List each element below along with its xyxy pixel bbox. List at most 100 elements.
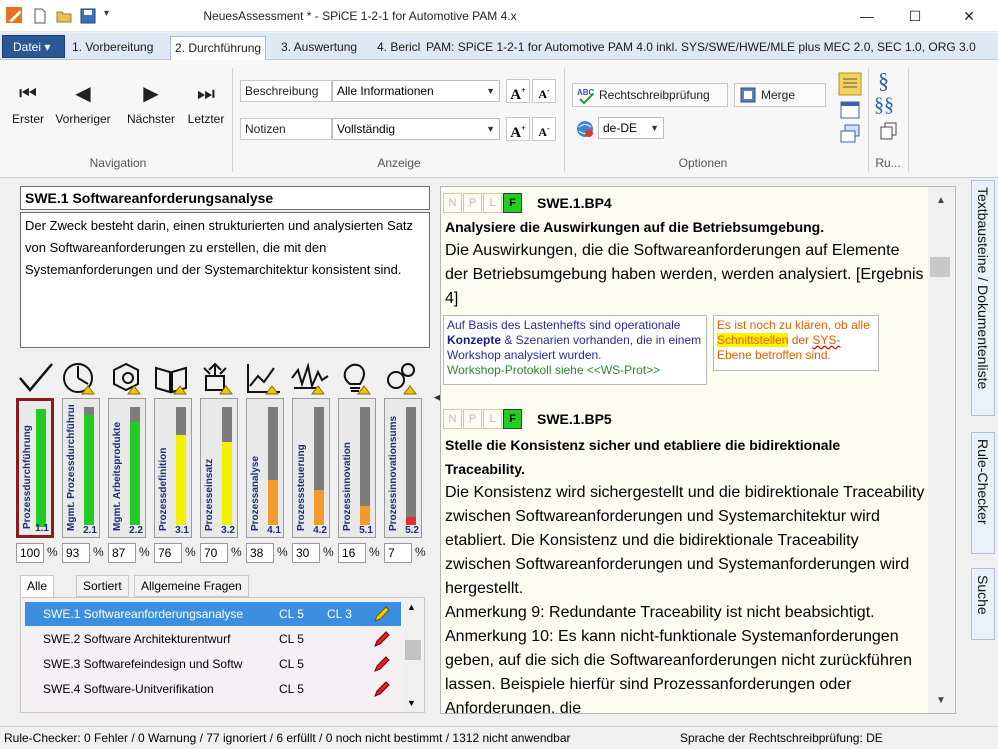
tab-alle[interactable]: Alle [20,575,55,598]
process-name: SWE.3 Softwarefeindesign und Softw [43,657,243,671]
attribute-label: Prozesssteuerung [296,444,307,531]
tab-durchfuehrung[interactable]: 2. Durchführung [170,36,267,60]
rating-f[interactable]: F [503,409,522,429]
last-button[interactable]: ⏭ Letzter [182,82,230,126]
font-increase-button[interactable]: A+ [506,79,530,103]
windows-stack-icon[interactable] [840,124,860,144]
last-label: Letzter [187,112,225,126]
attribute-track [84,407,94,525]
process-cl: CL 5 [279,682,304,696]
rating-l[interactable]: L [483,409,502,429]
paragraph-icon[interactable]: § [878,68,889,94]
previous-button[interactable]: ◀ Vorheriger [54,82,112,126]
rating-selector[interactable]: NPLF [443,409,529,429]
cube-magnifier-icon [113,362,141,395]
maximize-button[interactable]: ☐ [892,0,938,32]
last-icon: ⏭ [197,83,215,105]
beschreibung-select[interactable]: Alle Informationen ▼ [332,80,500,102]
attribute-bar-4-1[interactable]: Prozessanalyse 4.1 [246,398,284,538]
rating-p[interactable]: P [463,409,482,429]
attribute-id: 1.1 [35,523,49,534]
close-button[interactable]: ✕ [946,0,992,32]
list-item[interactable]: SWE.3 Softwarefeindesign und Softw CL 5 [25,652,401,676]
scroll-down-icon[interactable]: ▼ [936,695,946,706]
attribute-percent-input[interactable]: 7 [384,543,412,563]
merge-button[interactable]: Merge [734,83,826,107]
scroll-up-icon[interactable]: ▲ [407,602,416,612]
percent-sign: % [231,545,242,559]
attribute-percent-input[interactable]: 76 [154,543,182,563]
gears-icon [387,363,417,395]
note-text: Auf Basis des Lastenhefts sind operation… [447,318,681,332]
attribute-bar-2-1[interactable]: Mgmt. Prozessdurchführung 2.1 [62,398,100,538]
attribute-percent-input[interactable]: 100 [16,543,44,563]
note-evidence[interactable]: Auf Basis des Lastenhefts sind operation… [443,315,707,385]
scroll-up-icon[interactable]: ▲ [936,195,946,206]
note-text: Ebene betroffen sind. [717,348,831,362]
attribute-bar-5-2[interactable]: Prozessinnovationsums 5.2 [384,398,422,538]
rating-l[interactable]: L [483,193,502,213]
attribute-percent-input[interactable]: 30 [292,543,320,563]
tab-allgemeine-fragen[interactable]: Allgemeine Fragen [134,575,249,597]
list-item[interactable]: SWE.4 Software-Unitverifikation CL 5 [25,677,401,701]
attribute-bar-5-1[interactable]: Prozessinnovation 5.1 [338,398,376,538]
attribute-percent-input[interactable]: 70 [200,543,228,563]
scroll-thumb[interactable] [405,640,421,660]
title-bar: ▾ NeuesAssessment * - SPiCE 1-2-1 for Au… [0,0,998,32]
attribute-bar-2-2[interactable]: Mgmt. Arbeitsprodukte 2.2 [108,398,146,538]
attribute-track [176,407,186,525]
notes-font-increase-button[interactable]: A+ [506,117,530,141]
highlight-icon[interactable] [838,72,862,96]
document-scrollbar[interactable]: ▲ ▼ [928,187,954,713]
minimize-button[interactable]: — [844,0,890,32]
process-list: SWE.1 Softwareanforderungsanalyse CL 5 C… [20,597,425,713]
separator [908,68,909,172]
notes-font-decrease-button[interactable]: A- [532,117,556,141]
tab-auswertung[interactable]: 3. Auswertung [277,36,361,60]
font-decrease-button[interactable]: A- [532,79,556,103]
list-scrollbar[interactable]: ▲ ▼ [403,598,423,712]
spellcheck-button[interactable]: ABC Rechtschreibprüfung [572,83,728,107]
tab-bericht[interactable]: 4. Bericl [373,36,425,60]
percent-sign: % [47,545,58,559]
language-select[interactable]: de-DE ▼ [598,117,664,139]
rating-n[interactable]: N [443,193,462,213]
attribute-percent-input[interactable]: 38 [246,543,274,563]
attribute-percent-input[interactable]: 93 [62,543,90,563]
paragraphs-icon[interactable]: §§ [874,94,894,117]
attribute-bar-3-1[interactable]: Prozessdefinition 3.1 [154,398,192,538]
attribute-id: 5.2 [405,525,419,536]
attribute-bar-3-2[interactable]: Prozesseinsatz 3.2 [200,398,238,538]
side-tab-suche[interactable]: Suche [971,568,995,640]
side-tab-rule-checker[interactable]: Rule-Checker [971,432,995,554]
datei-menu-button[interactable]: Datei ▾ [2,35,65,58]
rating-p[interactable]: P [463,193,482,213]
next-button[interactable]: ▶ Nächster [122,82,180,126]
tab-sortiert[interactable]: Sortiert [76,575,129,597]
rating-selector[interactable]: NPLF [443,193,529,213]
list-item[interactable]: SWE.2 Software Architekturentwurf CL 5 [25,627,401,651]
attribute-fill [176,435,186,525]
scroll-down-icon[interactable]: ▼ [407,698,416,708]
copy-icon[interactable] [880,122,898,140]
window-icon[interactable] [840,100,860,120]
next-icon: ▶ [143,83,159,105]
notizen-select[interactable]: Vollständig ▼ [332,118,500,140]
list-item[interactable]: SWE.1 Softwareanforderungsanalyse CL 5 C… [25,602,401,626]
attribute-bar-4-2[interactable]: Prozesssteuerung 4.2 [292,398,330,538]
first-button[interactable]: ⏮ Erster [4,82,52,126]
note-text: Es ist noch zu klären, ob alle [717,318,870,332]
note-open-question[interactable]: Es ist noch zu klären, ob alle Schnittst… [713,315,879,371]
attribute-percent-input[interactable]: 16 [338,543,366,563]
rating-f[interactable]: F [503,193,522,213]
side-tab-label: Suche [975,575,991,615]
attribute-track [130,407,140,525]
tab-vorbereitung[interactable]: 1. Vorbereitung [68,36,157,60]
rating-n[interactable]: N [443,409,462,429]
note-keyword: Konzepte [447,333,501,347]
attribute-percent-input[interactable]: 87 [108,543,136,563]
scroll-thumb[interactable] [930,257,950,277]
side-tab-textbausteine[interactable]: Textbausteine / Dokumentenliste [971,180,995,416]
attribute-bar-1-1[interactable]: Prozessdurchführung 1.1 [16,398,54,538]
attribute-label: Prozessanalyse [250,455,261,531]
